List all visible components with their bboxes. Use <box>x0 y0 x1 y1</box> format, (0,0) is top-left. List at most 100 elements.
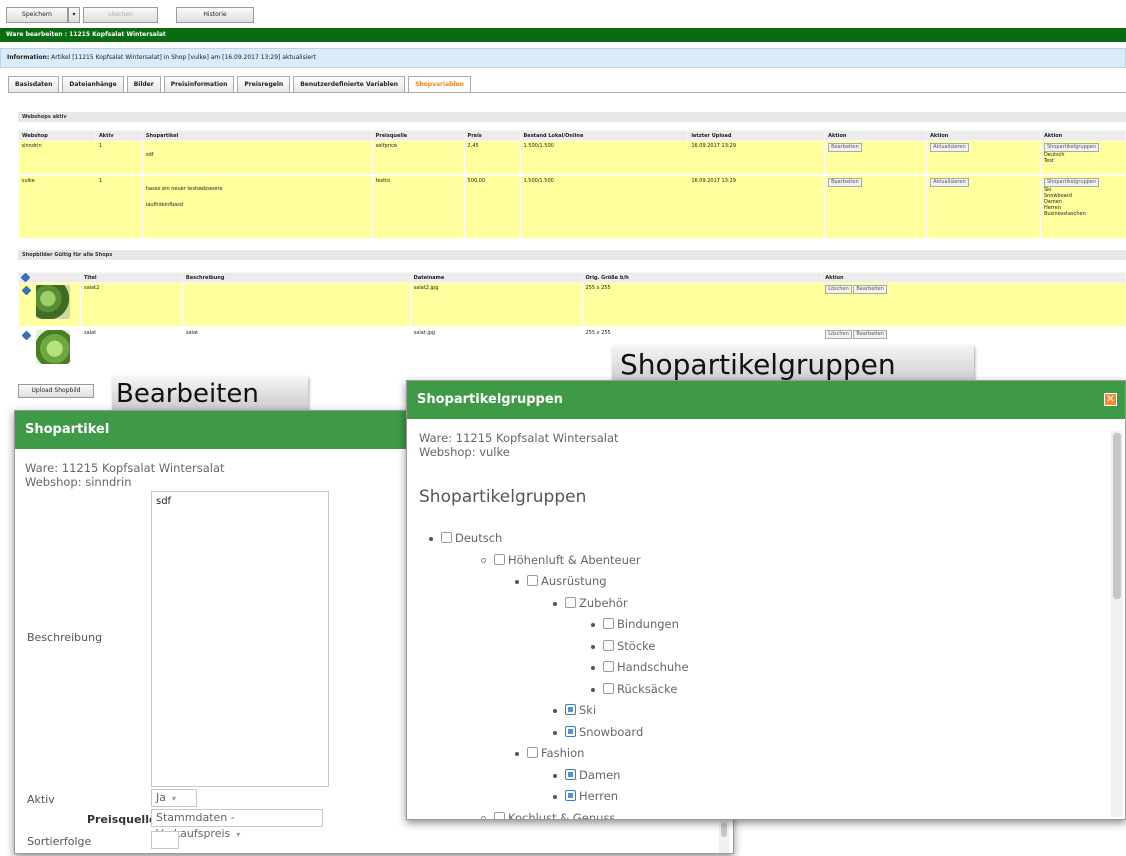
tree-node-deutsch[interactable]: Deutsch <box>429 531 502 545</box>
edit-button[interactable]: Bearbeiten <box>828 177 862 187</box>
cell-beschreibung: salat <box>182 326 411 372</box>
cell-webshop: vulke <box>18 174 96 240</box>
beschreibung-label: Beschreibung <box>27 631 103 644</box>
cell-edit: Bearbeiten <box>824 174 928 240</box>
tree-node-stoecke[interactable]: Stöcke <box>591 639 656 653</box>
group-item: Businesstaschen <box>1043 210 1086 217</box>
bullet-icon <box>553 730 557 735</box>
tree-node-handschuhe[interactable]: Handschuhe <box>591 660 689 674</box>
webshops-header-row: Webshop Aktiv Shopartikel Preisquelle Pr… <box>18 130 1126 141</box>
checkbox[interactable] <box>565 597 576 608</box>
image-thumbnail <box>35 329 70 364</box>
tab-bilder[interactable]: Bilder <box>126 76 161 93</box>
tab-benutzerdefinierte-variablen[interactable]: Benutzerdefinierte Variablen <box>293 76 406 93</box>
upload-shopimage-button[interactable]: Upload Shopbild <box>18 384 94 398</box>
checkbox[interactable] <box>441 532 452 543</box>
tree-node-kochlust[interactable]: Kochlust & Genuss <box>481 811 615 819</box>
beschreibung-textarea[interactable]: sdf <box>151 491 329 787</box>
tree-node-ausruestung[interactable]: Ausrüstung <box>515 574 607 588</box>
tree-label: Höhenluft & Abenteuer <box>508 553 641 567</box>
tree-node-damen[interactable]: Damen <box>553 768 620 782</box>
bullet-icon <box>481 558 486 563</box>
sortierfolge-input[interactable] <box>151 831 179 849</box>
tab-preisinformation[interactable]: Preisinformation <box>163 76 235 93</box>
cell-preisquelle: selfprice <box>372 140 465 176</box>
col-edit-icon <box>18 272 81 283</box>
top-toolbar: Speichern ▾ Löschen Historie <box>0 0 1126 28</box>
checkbox-checked[interactable] <box>565 769 576 780</box>
col-preisquelle: Preisquelle <box>371 130 465 141</box>
groups-button[interactable]: Shopartikelgruppen <box>1043 177 1100 187</box>
tree-node-bindungen[interactable]: Bindungen <box>591 617 679 631</box>
checkbox[interactable] <box>603 640 614 651</box>
cell-titel: salat2 <box>80 282 183 328</box>
tab-bar: Basisdaten Dateianhänge Bilder Preisinfo… <box>8 76 471 93</box>
checkbox-checked[interactable] <box>565 726 576 737</box>
tree-node-fashion[interactable]: Fashion <box>515 746 584 760</box>
checkbox-checked[interactable] <box>565 790 576 801</box>
cell-bestand: 1.500/1.500 <box>520 140 689 176</box>
save-button[interactable]: Speichern <box>6 7 68 23</box>
tree-node-zubehoer[interactable]: Zubehör <box>553 596 628 610</box>
edit-button[interactable]: Bearbeiten <box>828 143 862 152</box>
aktiv-select[interactable]: Ja ▾ <box>151 789 197 807</box>
history-button[interactable]: Historie <box>176 7 254 23</box>
pencil-icon <box>20 272 31 283</box>
info-label: Information: <box>7 54 50 61</box>
close-icon[interactable]: ✕ <box>1104 393 1117 406</box>
edit-image-icon[interactable] <box>21 330 31 340</box>
table-row: sinndrin 1 sdf selfprice 2,45 1.500/1.50… <box>18 140 1126 176</box>
tree-node-snowboard[interactable]: Snowboard <box>553 725 643 739</box>
save-dropdown-button[interactable]: ▾ <box>68 7 80 23</box>
chevron-down-icon: ▾ <box>172 794 177 803</box>
delete-image-button[interactable]: Löschen <box>825 329 852 339</box>
tree-label: Handschuhe <box>617 660 689 674</box>
bullet-icon <box>553 773 557 778</box>
groups-button[interactable]: Shopartikelgruppen <box>1043 143 1100 152</box>
col-aktion-groups: Aktion <box>1039 130 1126 141</box>
shopartikel-scrollbar[interactable] <box>719 821 729 853</box>
cell-thumb <box>18 282 81 328</box>
cell-groups: Shopartikelgruppen Ski Snowboard Damen H… <box>1040 174 1126 240</box>
tree-node-ski[interactable]: Ski <box>553 703 596 717</box>
preisquelle-select[interactable]: Stammdaten - Verkaufspreis ▾ <box>151 809 323 840</box>
tab-dateianhaenge[interactable]: Dateianhänge <box>62 76 124 93</box>
delete-image-button[interactable]: Löschen <box>825 285 852 294</box>
edit-image-icon[interactable] <box>21 285 31 296</box>
checkbox[interactable] <box>527 575 538 586</box>
checkbox[interactable] <box>603 683 614 694</box>
scrollbar-thumb[interactable] <box>721 823 727 837</box>
scrollbar-thumb[interactable] <box>1113 433 1121 599</box>
tree-node-herren[interactable]: Herren <box>553 789 618 803</box>
preisquelle-label: Preisquelle <box>87 813 157 826</box>
tab-preisregeln[interactable]: Preisregeln <box>237 76 291 93</box>
tree-node-hoehenluft[interactable]: Höhenluft & Abenteuer <box>481 553 641 567</box>
checkbox[interactable] <box>494 554 505 565</box>
cell-update: Aktualisieren <box>926 174 1041 240</box>
checkbox[interactable] <box>494 812 505 819</box>
bullet-icon <box>515 579 519 584</box>
groups-webshop: Webshop: vulke <box>419 445 510 459</box>
cell-thumb <box>18 326 81 372</box>
bullet-icon <box>515 751 519 756</box>
cell-aktion: Löschen Bearbeiten <box>821 282 1126 328</box>
col-dateiname: Dateiname <box>409 272 583 283</box>
col-letzter-upload: letzter Upload <box>687 130 826 141</box>
tab-shopvariablen[interactable]: Shopvariablen <box>408 76 471 93</box>
delete-button[interactable]: Löschen <box>83 7 158 23</box>
tree-node-ruecksaecke[interactable]: Rücksäcke <box>591 682 677 696</box>
info-banner: Information: Artikel [11215 Kopfsalat Wi… <box>0 48 1126 68</box>
edit-image-button[interactable]: Bearbeiten <box>853 285 887 294</box>
edit-image-button[interactable]: Bearbeiten <box>853 329 887 339</box>
checkbox[interactable] <box>603 618 614 629</box>
update-button[interactable]: Aktualisieren <box>930 143 969 152</box>
cell-beschreibung <box>182 282 411 328</box>
shopartikel-line: hasso ein neuer testwebseorie <box>145 185 223 192</box>
groups-scrollbar[interactable] <box>1111 431 1123 817</box>
update-button[interactable]: Aktualisieren <box>930 177 969 187</box>
checkbox[interactable] <box>527 747 538 758</box>
checkbox-checked[interactable] <box>565 704 576 715</box>
table-row: salat2 salat2.jpg 255 x 255 Löschen Bear… <box>18 282 1126 328</box>
checkbox[interactable] <box>603 661 614 672</box>
tab-basisdaten[interactable]: Basisdaten <box>8 76 60 93</box>
